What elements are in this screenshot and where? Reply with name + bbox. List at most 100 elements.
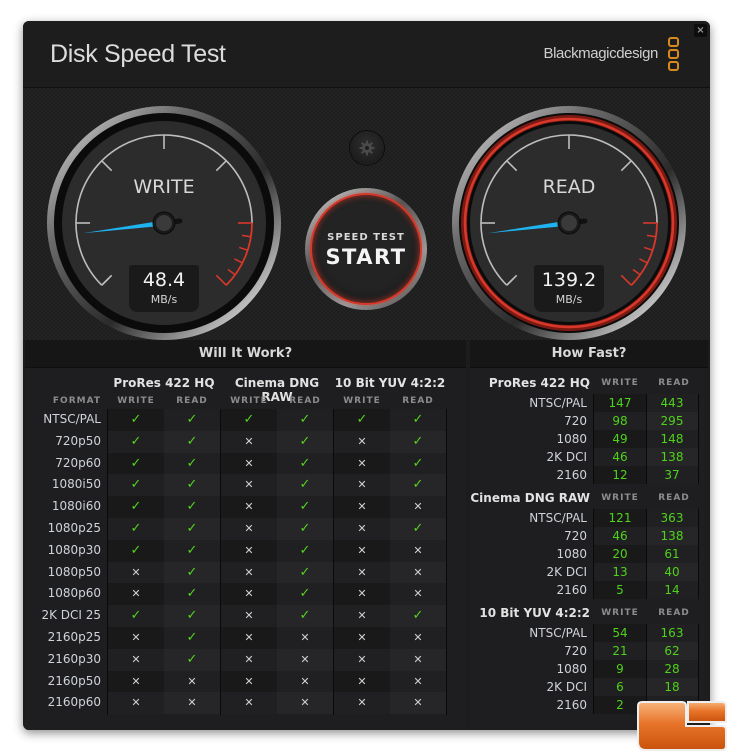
- check-icon: ✓: [390, 517, 446, 540]
- cross-icon: ✕: [334, 648, 390, 671]
- column-divider: [593, 394, 594, 484]
- format-label: 720: [564, 644, 587, 658]
- read-fps-value: 28: [646, 660, 698, 678]
- cross-icon: ✕: [221, 670, 277, 693]
- write-column-header: WRITE: [601, 493, 639, 503]
- cross-icon: ✕: [334, 474, 390, 497]
- table-row: 1080i60 ✓ ✓ ✕ ✓ ✕ ✕: [25, 496, 466, 518]
- column-divider: [698, 509, 699, 599]
- read-fps-value: 18: [646, 678, 698, 696]
- will-it-work-table: NTSC/PAL ✓ ✓ ✓ ✓ ✓ ✓ 720p50 ✓ ✓ ✕ ✓ ✕ ✓ 720p60 ✓ ✓ ✕ ✓ ✕ ✓ 10…: [25, 409, 466, 715]
- cross-icon: ✕: [334, 561, 390, 584]
- column-divider: [646, 394, 647, 484]
- check-icon: ✓: [334, 409, 390, 431]
- how-fast-rows: NTSC/PAL 147 443 720 98 295 1080 49 148 2K DCI 46 1…: [470, 394, 708, 484]
- codec-name: 10 Bit YUV 4:2:2: [479, 606, 590, 620]
- codec-header: 10 Bit YUV 4:2:2: [334, 376, 446, 390]
- how-fast-section-header: 10 Bit YUV 4:2:2 WRITE READ: [470, 606, 708, 624]
- cross-icon: ✕: [277, 670, 333, 693]
- write-readout: 48.4 MB/s: [129, 265, 199, 312]
- read-fps-value: 163: [646, 624, 698, 642]
- settings-button[interactable]: [350, 131, 384, 165]
- cross-icon: ✕: [164, 692, 220, 715]
- table-row: 1080i50 ✓ ✓ ✕ ✓ ✕ ✓: [25, 474, 466, 497]
- format-label: 1080p50: [47, 564, 101, 579]
- table-row: 1080 9 28: [470, 660, 708, 678]
- read-fps-value: 37: [646, 466, 698, 484]
- table-row: 1080p25 ✓ ✓ ✕ ✓ ✕ ✓: [25, 517, 466, 540]
- codec-name: Cinema DNG RAW: [470, 491, 590, 505]
- table-row: 2K DCI 25 ✓ ✓ ✕ ✓ ✕ ✓: [25, 605, 466, 627]
- cross-icon: ✕: [221, 648, 277, 671]
- check-icon: ✓: [164, 626, 220, 649]
- cross-icon: ✕: [334, 517, 390, 540]
- how-fast-section-header: Cinema DNG RAW WRITE READ: [470, 491, 708, 509]
- format-label: 1080i60: [51, 499, 101, 514]
- table-row: NTSC/PAL 54 163: [470, 624, 708, 642]
- cross-icon: ✕: [390, 626, 446, 649]
- write-fps-value: 5: [594, 581, 646, 599]
- write-speed-unit: MB/s: [150, 293, 178, 306]
- table-row: 1080 49 148: [470, 430, 708, 448]
- format-label: 2160p30: [47, 651, 101, 666]
- table-row: 1080 20 61: [470, 545, 708, 563]
- check-icon: ✓: [108, 539, 164, 562]
- subheader-read: READ: [289, 396, 321, 406]
- check-icon: ✓: [277, 583, 333, 606]
- cross-icon: ✕: [390, 561, 446, 584]
- check-icon: ✓: [390, 409, 446, 431]
- check-icon: ✓: [390, 452, 446, 475]
- write-speed-value: 48.4: [142, 269, 186, 291]
- cross-icon: ✕: [108, 561, 164, 584]
- cross-icon: ✕: [334, 583, 390, 606]
- needle-hub-cap: [561, 215, 577, 231]
- cross-icon: ✕: [108, 626, 164, 649]
- check-icon: ✓: [164, 430, 220, 453]
- codec-name: ProRes 422 HQ: [488, 376, 590, 390]
- format-label: 1080: [556, 547, 587, 561]
- write-column-header: WRITE: [601, 378, 639, 388]
- table-row: 1080p30 ✓ ✓ ✕ ✓ ✕ ✕: [25, 539, 466, 562]
- app-title: Disk Speed Test: [50, 40, 226, 68]
- check-icon: ✓: [164, 539, 220, 562]
- check-icon: ✓: [390, 605, 446, 627]
- cross-icon: ✕: [221, 430, 277, 453]
- check-icon: ✓: [164, 496, 220, 518]
- how-fast-rows: NTSC/PAL 121 363 720 46 138 1080 20 61 2K DCI 13 40…: [470, 509, 708, 599]
- cross-icon: ✕: [390, 670, 446, 693]
- start-button-face[interactable]: SPEED TEST START: [310, 193, 422, 305]
- format-label: 1080: [556, 432, 587, 446]
- cross-icon: ✕: [334, 539, 390, 562]
- cross-icon: ✕: [390, 692, 446, 715]
- speed-test-start-button[interactable]: SPEED TEST START: [305, 188, 427, 310]
- how-fast-section: ProRes 422 HQ WRITE READ NTSC/PAL 147 443 720 9…: [470, 376, 708, 484]
- write-fps-value: 6: [594, 678, 646, 696]
- cross-icon: ✕: [334, 452, 390, 475]
- codec-headers: ProRes 422 HQ Cinema DNG RAW 10 Bit YUV …: [25, 376, 466, 404]
- cross-icon: ✕: [221, 539, 277, 562]
- cross-icon: ✕: [334, 670, 390, 693]
- close-button[interactable]: ×: [694, 24, 707, 37]
- format-label: 720: [564, 529, 587, 543]
- format-label: 2160p60: [47, 695, 101, 710]
- table-row: 2160 5 14: [470, 581, 708, 599]
- check-icon: ✓: [108, 517, 164, 540]
- format-label: 1080p30: [47, 542, 101, 557]
- table-row: 2160p50 ✕ ✕ ✕ ✕ ✕ ✕: [25, 670, 466, 693]
- read-column-header: READ: [658, 493, 690, 503]
- format-label: 2160: [556, 698, 587, 712]
- subheader-read: READ: [176, 396, 208, 406]
- check-icon: ✓: [390, 474, 446, 497]
- read-speed-value: 139.2: [541, 269, 597, 291]
- read-column-header: READ: [658, 608, 690, 618]
- cross-icon: ✕: [108, 670, 164, 693]
- cross-icon: ✕: [334, 605, 390, 627]
- read-gauge-label: READ: [542, 176, 596, 198]
- write-gauge-label: WRITE: [133, 176, 195, 198]
- format-label: 2K DCI: [546, 680, 587, 694]
- how-fast-section: 10 Bit YUV 4:2:2 WRITE READ NTSC/PAL 54 163 72…: [470, 606, 708, 714]
- how-fast-section-header: ProRes 422 HQ WRITE READ: [470, 376, 708, 394]
- format-label: 1080: [556, 662, 587, 676]
- write-fps-value: 49: [594, 430, 646, 448]
- format-label: 1080p60: [47, 586, 101, 601]
